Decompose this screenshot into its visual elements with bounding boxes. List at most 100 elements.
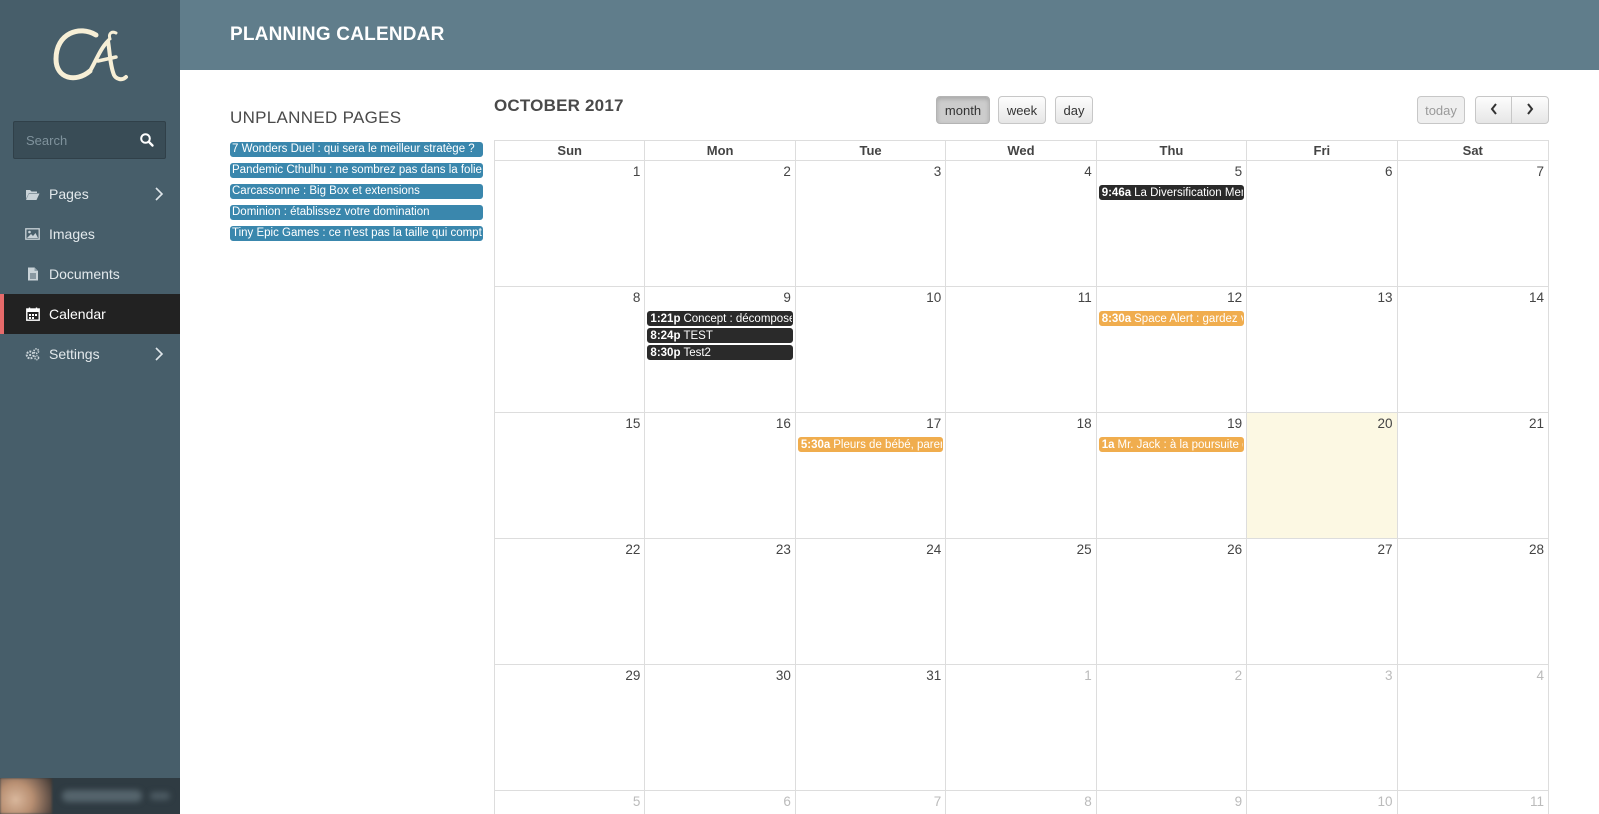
next-month-button[interactable]: [1511, 96, 1549, 124]
day-cell[interactable]: 18: [946, 413, 1097, 538]
event-title: La Diversification Men: [1134, 187, 1245, 199]
day-cell[interactable]: 8: [946, 791, 1097, 814]
calendar-event[interactable]: 8:30p Test2: [647, 345, 793, 360]
prev-month-button[interactable]: [1475, 96, 1512, 124]
day-cell[interactable]: 15: [495, 413, 646, 538]
day-cell[interactable]: 22: [495, 539, 646, 664]
day-cell[interactable]: 19 1a Mr. Jack : à la poursuite d: [1097, 413, 1248, 538]
unplanned-page-item[interactable]: Pandemic Cthulhu : ne sombrez pas dans l…: [230, 163, 483, 178]
calendar-event[interactable]: 1:21p Concept : décompose: [647, 311, 793, 326]
user-name-blurred: [62, 790, 142, 802]
calendar-event[interactable]: 9:46a La Diversification Men: [1098, 185, 1245, 200]
month-view-button[interactable]: month: [936, 96, 990, 124]
day-cell[interactable]: 5: [495, 791, 646, 814]
day-cell[interactable]: 11: [1398, 791, 1548, 814]
top-header: PLANNING CALENDAR: [180, 0, 1599, 70]
sidebar-item-pages[interactable]: Pages: [0, 174, 180, 214]
day-cell[interactable]: 3: [796, 161, 947, 286]
unplanned-page-item[interactable]: Carcassonne : Big Box et extensions: [230, 184, 483, 199]
day-cell[interactable]: 10: [796, 287, 947, 412]
sidebar-item-label: Pages: [49, 186, 89, 202]
day-cell[interactable]: 30: [645, 665, 796, 790]
event-time: 8:24p: [650, 330, 681, 342]
logo[interactable]: [0, 0, 180, 112]
calendar-event[interactable]: 8:24p TEST: [647, 328, 793, 343]
day-cell-today[interactable]: 20: [1247, 413, 1398, 538]
day-cell[interactable]: 16: [645, 413, 796, 538]
user-profile[interactable]: [0, 778, 180, 814]
folder-open-icon: [25, 187, 40, 201]
unplanned-page-item[interactable]: 7 Wonders Duel : qui sera le meilleur st…: [230, 142, 483, 157]
day-cell[interactable]: 23: [645, 539, 796, 664]
weekday-label: Tue: [796, 141, 947, 160]
day-cell[interactable]: 17 5:30a Pleurs de bébé, paren: [796, 413, 947, 538]
day-number: 4: [1536, 668, 1544, 683]
search-input[interactable]: [14, 122, 134, 158]
sidebar-item-images[interactable]: Images: [0, 214, 180, 254]
sidebar-item-label: Settings: [49, 346, 100, 362]
day-cell[interactable]: 10: [1247, 791, 1398, 814]
day-cell[interactable]: 25: [946, 539, 1097, 664]
chevron-right-icon: [154, 187, 164, 201]
day-number: 28: [1528, 542, 1544, 557]
today-button[interactable]: today: [1417, 96, 1465, 124]
day-cell[interactable]: 21: [1398, 413, 1548, 538]
day-cell[interactable]: 26: [1097, 539, 1248, 664]
day-number: 12: [1227, 290, 1243, 305]
week-row: 1 2 3 4 5 9:46a La Diversification Men 6 7: [495, 161, 1548, 287]
calendar-event[interactable]: 1a Mr. Jack : à la poursuite d: [1098, 437, 1245, 452]
unplanned-pages-title: UNPLANNED PAGES: [230, 108, 402, 127]
day-cell[interactable]: 9 1:21p Concept : décompose 8:24p TEST 8:30p T…: [645, 287, 796, 412]
sidebar-item-calendar[interactable]: Calendar: [0, 294, 180, 334]
day-cell[interactable]: 5 9:46a La Diversification Men: [1097, 161, 1248, 286]
day-cell[interactable]: 24: [796, 539, 947, 664]
day-view-button[interactable]: day: [1055, 96, 1093, 124]
sidebar: Pages Images Documents Calendar: [0, 0, 180, 814]
week-row: 15 16 17 5:30a Pleurs de bébé, paren 18 19 1a Mr…: [495, 413, 1548, 539]
calendar-event[interactable]: 8:30a Space Alert : gardez vo: [1098, 311, 1245, 326]
day-cell[interactable]: 13: [1247, 287, 1398, 412]
day-cell[interactable]: 6: [645, 791, 796, 814]
day-cell[interactable]: 28: [1398, 539, 1548, 664]
unplanned-page-item[interactable]: Tiny Epic Games : ce n'est pas la taille…: [230, 226, 483, 241]
day-cell[interactable]: 2: [645, 161, 796, 286]
weekday-label: Sat: [1462, 143, 1483, 158]
calendar-event[interactable]: 5:30a Pleurs de bébé, paren: [797, 437, 944, 452]
day-cell[interactable]: 12 8:30a Space Alert : gardez vo: [1097, 287, 1248, 412]
image-icon: [25, 227, 40, 241]
day-cell[interactable]: 6: [1247, 161, 1398, 286]
day-cell[interactable]: 1: [946, 665, 1097, 790]
day-number: 2: [1234, 668, 1243, 683]
day-cell[interactable]: 31: [796, 665, 947, 790]
day-cell[interactable]: 4: [946, 161, 1097, 286]
user-menu-blurred: [150, 792, 170, 800]
day-events: 8:30a Space Alert : gardez vo: [1098, 311, 1245, 328]
day-number: 10: [926, 290, 942, 305]
day-cell[interactable]: 2: [1097, 665, 1248, 790]
event-time: 8:30p: [650, 347, 681, 359]
calendar-weeks: 1 2 3 4 5 9:46a La Diversification Men 6 7 8 9 1:21…: [494, 160, 1549, 814]
week-view-button[interactable]: week: [998, 96, 1046, 124]
day-cell[interactable]: 29: [495, 665, 646, 790]
day-number: 5: [632, 794, 641, 809]
search-box: [13, 121, 166, 159]
day-cell[interactable]: 4: [1398, 665, 1548, 790]
sidebar-item-settings[interactable]: Settings: [0, 334, 180, 374]
day-cell[interactable]: 3: [1247, 665, 1398, 790]
sidebar-item-label: Documents: [49, 266, 120, 282]
day-number: 6: [783, 794, 791, 809]
sidebar-item-documents[interactable]: Documents: [0, 254, 180, 294]
day-cell[interactable]: 7: [796, 791, 947, 814]
day-number: 14: [1528, 290, 1544, 305]
day-number: 25: [1076, 542, 1092, 557]
search-icon[interactable]: [139, 132, 155, 148]
day-cell[interactable]: 8: [495, 287, 646, 412]
day-cell[interactable]: 11: [946, 287, 1097, 412]
day-cell[interactable]: 9: [1097, 791, 1248, 814]
day-cell[interactable]: 7: [1398, 161, 1548, 286]
day-number: 1: [632, 164, 641, 179]
unplanned-page-item[interactable]: Dominion : établissez votre domination: [230, 205, 483, 220]
day-cell[interactable]: 1: [495, 161, 646, 286]
day-cell[interactable]: 27: [1247, 539, 1398, 664]
day-cell[interactable]: 14: [1398, 287, 1548, 412]
